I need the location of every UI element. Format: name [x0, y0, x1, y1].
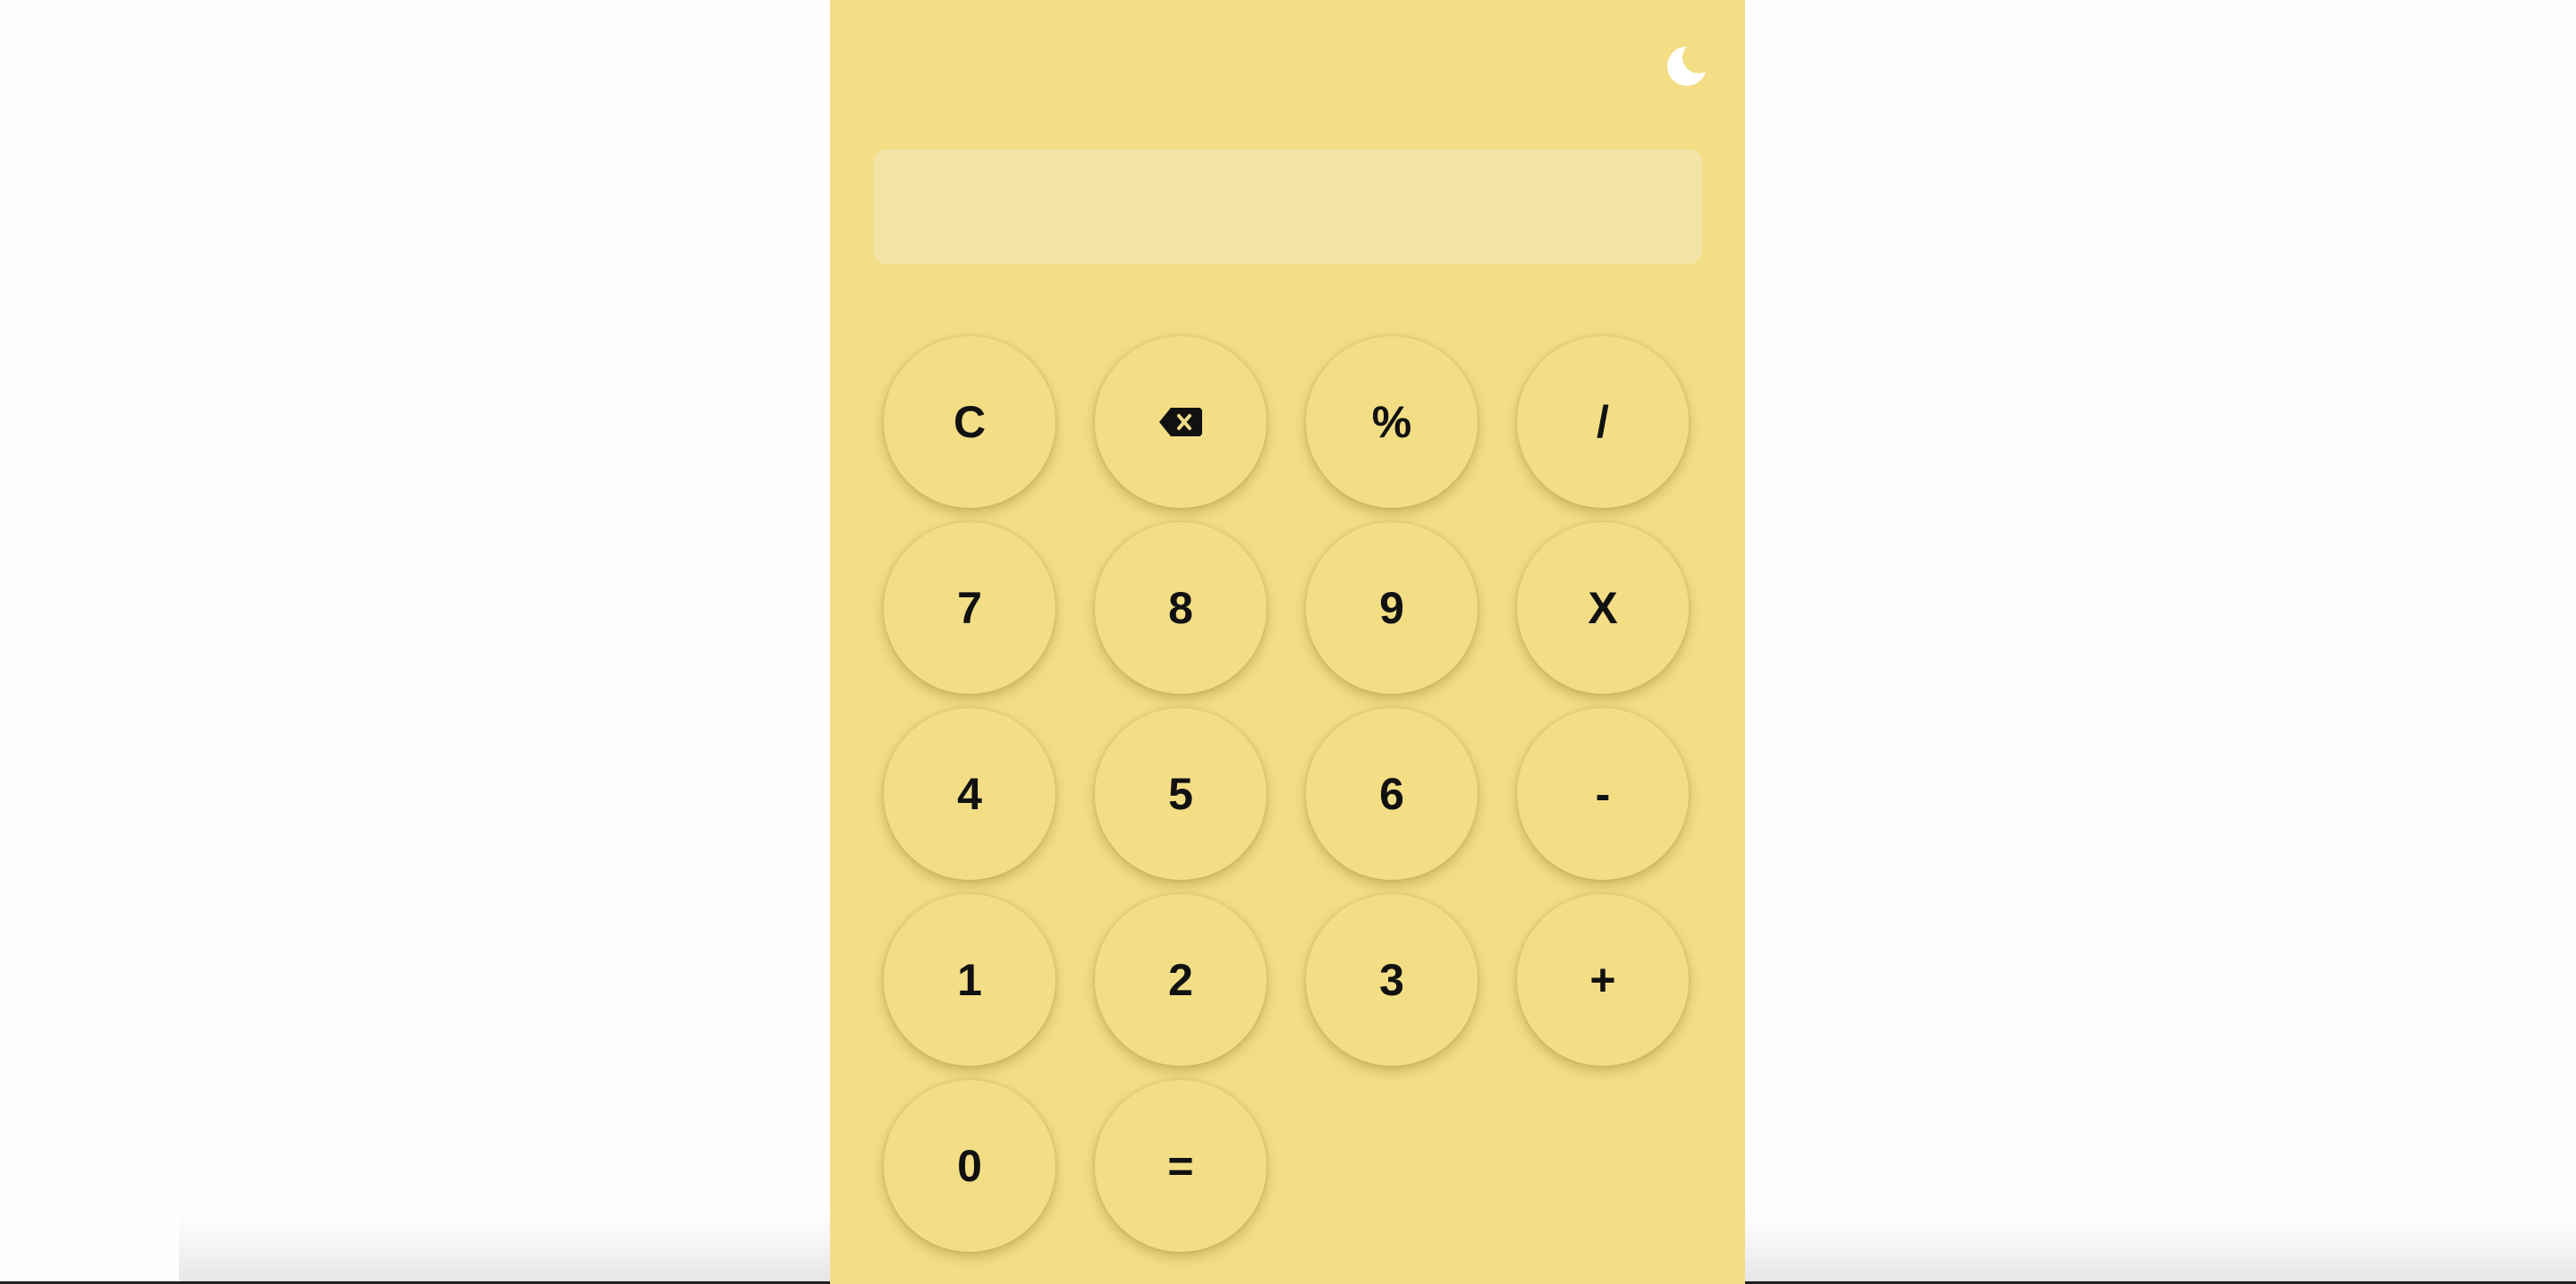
multiply-label: X	[1588, 583, 1618, 633]
multiply-button[interactable]: X	[1517, 522, 1689, 694]
digit-2-label: 2	[1168, 955, 1193, 1005]
clear-button[interactable]: C	[884, 336, 1055, 508]
digit-3-button[interactable]: 3	[1306, 894, 1478, 1066]
page: C % / 7 8 9 X 4 5 6 - 1 2 3 + 0 =	[0, 0, 2576, 1284]
moon-icon	[1667, 43, 1712, 86]
percent-label: %	[1371, 397, 1412, 447]
plus-label: +	[1589, 955, 1616, 1005]
digit-7-label: 7	[957, 583, 982, 633]
theme-toggle-button[interactable]	[1665, 43, 1712, 89]
backspace-icon	[1159, 408, 1202, 436]
plus-button[interactable]: +	[1517, 894, 1689, 1066]
digit-1-label: 1	[957, 955, 982, 1005]
digit-9-label: 9	[1379, 583, 1404, 633]
digit-8-label: 8	[1168, 583, 1193, 633]
digit-4-button[interactable]: 4	[884, 708, 1055, 880]
digit-9-button[interactable]: 9	[1306, 522, 1478, 694]
digit-8-button[interactable]: 8	[1095, 522, 1267, 694]
digit-6-button[interactable]: 6	[1306, 708, 1478, 880]
digit-5-label: 5	[1168, 769, 1193, 819]
minus-label: -	[1595, 769, 1611, 819]
equals-button[interactable]: =	[1095, 1080, 1267, 1252]
digit-3-label: 3	[1379, 955, 1404, 1005]
digit-1-button[interactable]: 1	[884, 894, 1055, 1066]
digit-0-label: 0	[957, 1141, 982, 1191]
digit-5-button[interactable]: 5	[1095, 708, 1267, 880]
divide-label: /	[1597, 397, 1609, 447]
digit-7-button[interactable]: 7	[884, 522, 1055, 694]
digit-4-label: 4	[957, 769, 982, 819]
minus-button[interactable]: -	[1517, 708, 1689, 880]
clear-label: C	[953, 397, 987, 447]
backspace-button[interactable]	[1095, 336, 1267, 508]
calculator-display	[873, 149, 1702, 264]
digit-0-button[interactable]: 0	[884, 1080, 1055, 1252]
digit-6-label: 6	[1379, 769, 1404, 819]
calculator: C % / 7 8 9 X 4 5 6 - 1 2 3 + 0 =	[830, 0, 1745, 1284]
divide-button[interactable]: /	[1517, 336, 1689, 508]
equals-label: =	[1167, 1141, 1194, 1191]
percent-button[interactable]: %	[1306, 336, 1478, 508]
digit-2-button[interactable]: 2	[1095, 894, 1267, 1066]
